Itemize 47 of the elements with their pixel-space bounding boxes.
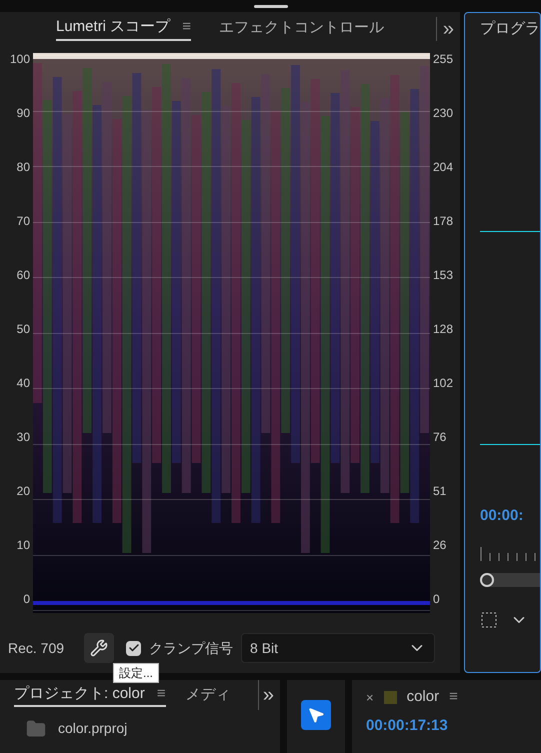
scale-label: 76	[433, 431, 448, 443]
clamp-label: クランプ信号	[149, 638, 234, 658]
scale-label: 0	[23, 593, 30, 605]
overflow-button[interactable]: »	[442, 14, 454, 44]
project-file[interactable]: color.prproj	[58, 718, 128, 739]
scale-label: 102	[433, 377, 454, 389]
timecode: 00:00:17:13	[366, 716, 449, 736]
scale-label: 90	[16, 107, 30, 119]
scale-label: 50	[16, 323, 30, 335]
scale-label: 153	[433, 269, 454, 281]
scale-label: 70	[16, 215, 30, 227]
crop-frame-icon[interactable]	[480, 611, 498, 629]
clamp-checkbox[interactable]	[126, 640, 142, 656]
panel-tab[interactable]: Lumetri スコープ ≡	[56, 16, 191, 42]
scale-label: 20	[16, 485, 30, 497]
scale-label: 30	[16, 431, 30, 443]
bit-depth-dropdown[interactable]: 8 Bit	[241, 633, 436, 663]
scale-label: 26	[433, 539, 448, 551]
scale-label: 40	[16, 377, 30, 389]
scale-label: 10	[16, 539, 30, 551]
settings-button[interactable]	[84, 633, 114, 663]
panel-tab[interactable]: メディ	[186, 684, 231, 706]
sequence-tab[interactable]: color	[406, 686, 440, 708]
scale-label: 255	[433, 53, 454, 65]
scale-label: 178	[433, 215, 454, 227]
tooltip: 設定...	[113, 663, 160, 683]
scale-label: 51	[433, 485, 448, 497]
timecode: 00:00:	[480, 506, 524, 526]
scale-label: 128	[433, 323, 454, 335]
menu-icon[interactable]: ≡	[449, 686, 458, 708]
scale-label: 100	[10, 53, 30, 65]
panel-tab[interactable]: エフェクトコントロール	[218, 17, 384, 40]
overflow-button[interactable]: »	[258, 680, 280, 710]
pointer-icon	[307, 706, 325, 724]
selection-tool-button[interactable]	[301, 700, 331, 730]
scale-label: 0	[433, 593, 441, 605]
scale-label: 230	[433, 107, 454, 119]
wrench-icon	[90, 639, 108, 657]
scale-label: 80	[16, 161, 30, 173]
scale-label: 60	[16, 269, 30, 281]
scale-label: 204	[433, 161, 454, 173]
ruler-drawing	[480, 547, 538, 561]
close-button[interactable]: ×	[366, 688, 374, 707]
panel-title[interactable]: プログラ	[480, 18, 540, 40]
playhead-handle[interactable]	[480, 573, 494, 587]
folder-icon	[26, 718, 46, 738]
color-space-label: Rec. 709	[8, 638, 64, 658]
